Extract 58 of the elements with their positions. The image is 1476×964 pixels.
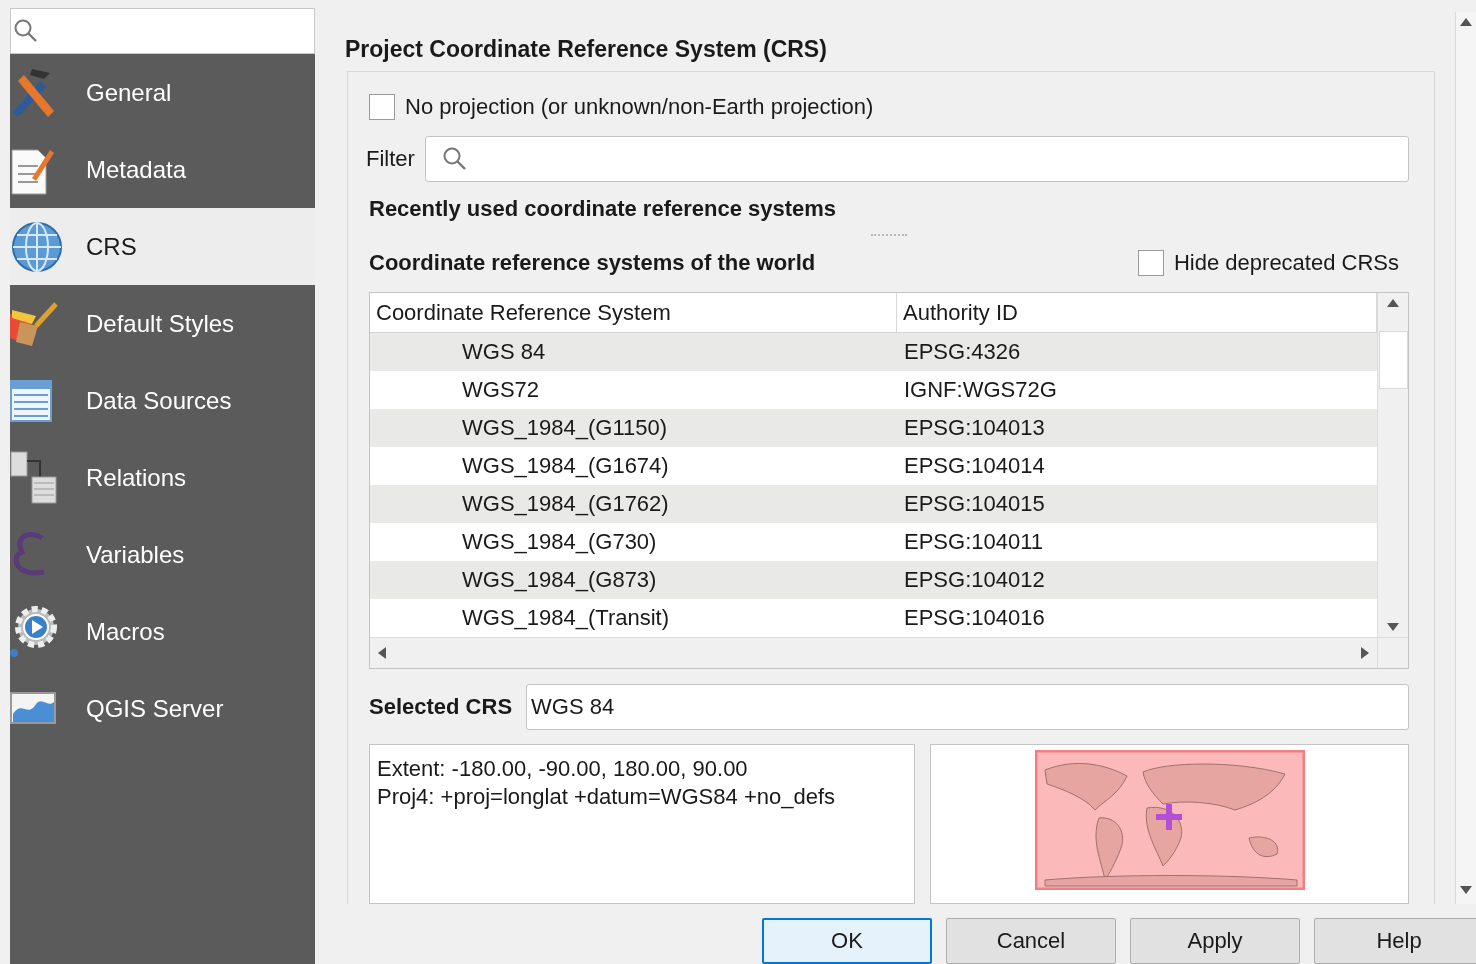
scrollbar-thumb[interactable] xyxy=(1378,331,1408,389)
world-heading: Coordinate reference systems of the world xyxy=(369,250,816,276)
table-cell-text: EPSG:104015 xyxy=(903,490,1046,518)
dialog-button[interactable]: Help xyxy=(1314,918,1476,964)
column-header[interactable]: Coordinate Reference System xyxy=(370,293,897,332)
tables-icon xyxy=(10,450,60,505)
scroll-left-icon[interactable] xyxy=(378,647,386,659)
scroll-down-icon[interactable] xyxy=(1387,623,1399,631)
table-cell-text: EPSG:104013 xyxy=(903,414,1046,442)
table-cell-text: IGNF:WGS72G xyxy=(903,376,1058,404)
dialog-button[interactable]: OK xyxy=(762,918,932,964)
sidebar-item[interactable]: CRS xyxy=(10,208,315,285)
dialog-button[interactable]: Cancel xyxy=(946,918,1116,964)
filter-field[interactable] xyxy=(424,136,1409,182)
hide-deprecated-checkbox[interactable] xyxy=(1138,250,1164,276)
no-projection-checkbox[interactable] xyxy=(369,94,395,120)
search-icon xyxy=(13,18,39,44)
selected-crs-field[interactable]: WGS 84 xyxy=(526,684,1409,730)
table-cell-text: WGS_1984_(G730) xyxy=(461,528,658,556)
scroll-right-icon[interactable] xyxy=(1361,647,1369,659)
scroll-up-icon[interactable] xyxy=(1460,18,1472,26)
table-cell-text: WGS_1984_(G1674) xyxy=(461,452,670,480)
table-cell-text: WGS_1984_(G1150) xyxy=(461,414,669,442)
table-row[interactable]: WGS_1984_(G1762) EPSG:104015 xyxy=(370,485,1377,523)
scrollbar[interactable] xyxy=(370,637,1377,668)
checkbox-label: Hide deprecated CRSs xyxy=(1174,250,1399,276)
detail-line: Extent: -180.00, -90.00, 180.00, 90.00 xyxy=(377,755,749,783)
table-cell-text: WGS_1984_(G873) xyxy=(461,566,658,594)
filter-label: Filter xyxy=(366,146,415,172)
table-cell-text: WGS72 xyxy=(461,376,541,404)
selected-crs-label: Selected CRS xyxy=(369,694,513,720)
table-cell-text: EPSG:104012 xyxy=(903,566,1046,594)
scrollbar-corner xyxy=(1377,637,1408,668)
table-row[interactable]: WGS 84 EPSG:4326 xyxy=(370,333,1377,371)
checkbox-label: No projection (or unknown/non-Earth projection) xyxy=(405,94,874,120)
detail-line: Proj4: +proj=longlat +datum=WGS84 +no_defs xyxy=(377,783,836,811)
section-title: Project Coordinate Reference System (CRS) xyxy=(345,36,828,63)
scroll-down-icon[interactable] xyxy=(1460,886,1472,894)
gear-icon xyxy=(10,604,60,659)
table-row[interactable]: WGS_1984_(G873) EPSG:104012 xyxy=(370,561,1377,599)
globe-icon xyxy=(10,219,64,274)
map-icon xyxy=(10,691,58,726)
table-cell-text: WGS 84 xyxy=(461,338,547,366)
table-cell-text: EPSG:4326 xyxy=(903,338,1022,366)
table-cell-text: WGS_1984_(G1762) xyxy=(461,490,670,518)
table-cell-text: EPSG:104011 xyxy=(903,528,1045,556)
table-cell-text: EPSG:104014 xyxy=(903,452,1046,480)
scrollbar[interactable] xyxy=(1377,293,1408,637)
search-field[interactable] xyxy=(10,8,315,54)
scrollbar[interactable] xyxy=(1455,12,1476,904)
scroll-up-icon[interactable] xyxy=(1387,299,1399,307)
table-icon xyxy=(10,378,54,423)
recent-heading: Recently used coordinate reference systems xyxy=(369,196,838,222)
table-cell-text: EPSG:104016 xyxy=(903,604,1046,632)
dialog-button[interactable]: Apply xyxy=(1130,918,1300,964)
table-row[interactable]: WGS_1984_(G1150) EPSG:104013 xyxy=(370,409,1377,447)
table-cell-text: WGS_1984_(Transit) xyxy=(461,604,671,632)
search-icon xyxy=(441,146,468,172)
